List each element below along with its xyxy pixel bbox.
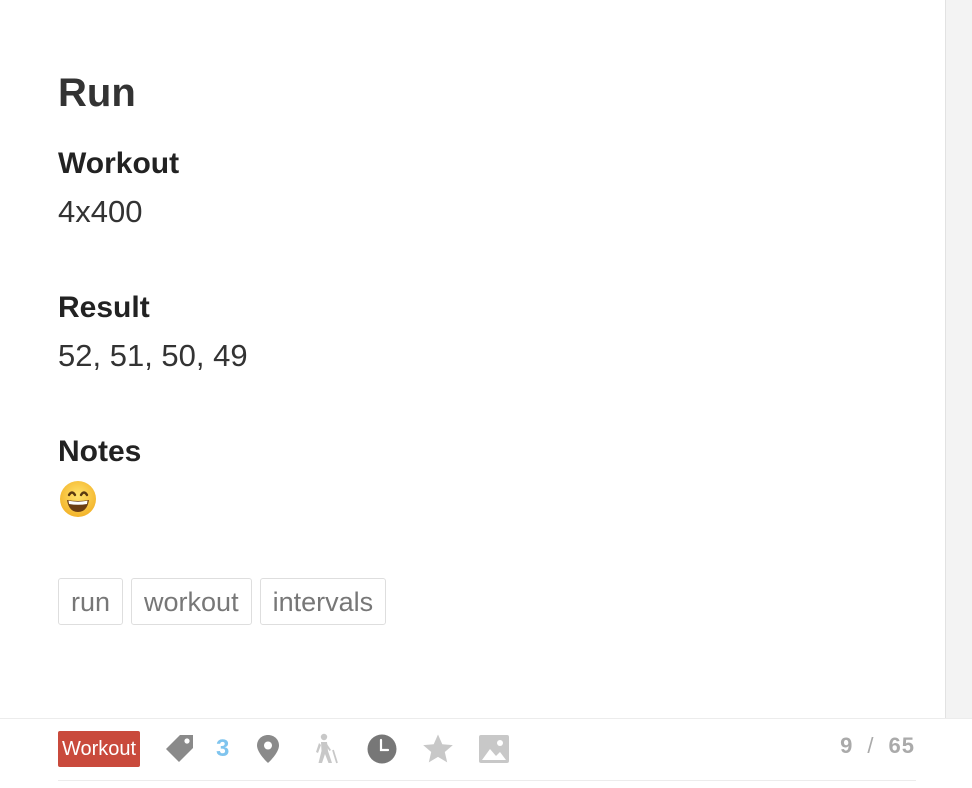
tag-chip[interactable]: intervals <box>259 578 387 625</box>
tag-chip[interactable]: workout <box>131 578 252 625</box>
workout-heading: Workout <box>58 147 180 180</box>
pager-total: 65 <box>888 733 915 758</box>
pager-separator: / <box>867 733 875 758</box>
result-value: 52, 51, 50, 49 <box>58 338 248 373</box>
location-pin-icon[interactable] <box>251 732 285 766</box>
star-icon[interactable] <box>421 732 455 766</box>
entry-title: Run <box>58 71 136 115</box>
scrollbar[interactable] <box>945 0 972 718</box>
result-heading: Result <box>58 291 150 324</box>
tag-count[interactable]: 3 <box>216 733 229 765</box>
image-icon[interactable] <box>477 732 511 766</box>
hiker-icon[interactable] <box>309 732 343 766</box>
divider <box>58 780 916 781</box>
workout-value: 4x400 <box>58 194 143 229</box>
pager-current: 9 <box>840 733 854 758</box>
journal-entry-view: Run Workout 4x400 Result 52, 51, 50, 49 … <box>0 0 972 788</box>
journal-type-badge[interactable]: Workout <box>58 731 141 767</box>
tag-icon[interactable] <box>163 732 197 766</box>
tag-chip[interactable]: run <box>58 578 124 625</box>
notes-heading: Notes <box>58 435 142 468</box>
grinning-face-emoji-icon <box>60 481 96 517</box>
clock-icon[interactable] <box>365 732 399 766</box>
tag-list: run workout intervals <box>58 578 387 625</box>
entry-toolbar: Workout 3 9/65 <box>0 718 972 788</box>
entry-pager: 9 / 65 <box>840 732 915 760</box>
